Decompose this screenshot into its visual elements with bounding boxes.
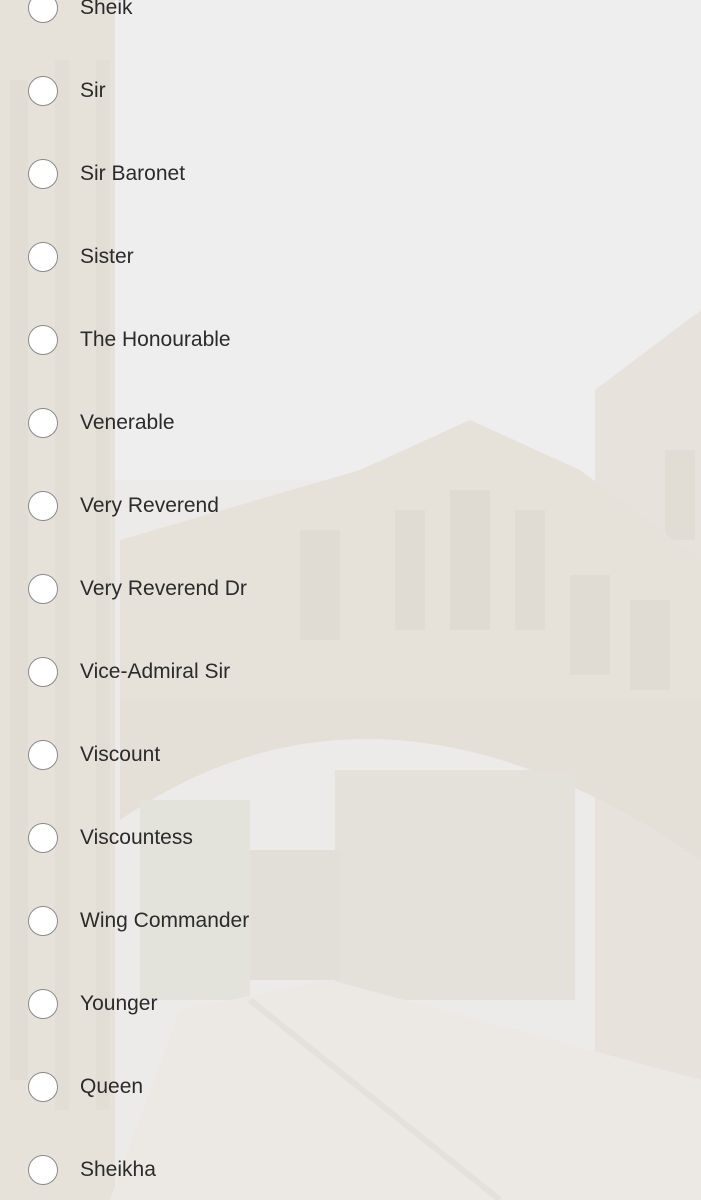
radio-button[interactable] [28,823,58,853]
radio-option-label: Sir [80,79,106,102]
radio-button[interactable] [28,408,58,438]
radio-option-label: Venerable [80,411,175,434]
radio-button[interactable] [28,906,58,936]
radio-option[interactable]: Sir Baronet [28,154,185,194]
radio-button[interactable] [28,574,58,604]
radio-button[interactable] [28,657,58,687]
radio-option[interactable]: Very Reverend Dr [28,569,247,609]
radio-option-label: Very Reverend [80,494,219,517]
radio-button[interactable] [28,325,58,355]
radio-option[interactable]: Sheik [28,0,133,28]
radio-option-label: Queen [80,1075,144,1098]
radio-option[interactable]: Sister [28,237,134,277]
radio-option[interactable]: Wing Commander [28,901,249,941]
radio-button[interactable] [28,491,58,521]
radio-option[interactable]: Sir [28,71,106,111]
radio-option[interactable]: Viscountess [28,818,193,858]
radio-button[interactable] [28,159,58,189]
radio-button[interactable] [28,1072,58,1102]
radio-option[interactable]: Queen [28,1067,143,1107]
radio-option-label: Vice-Admiral Sir [80,660,231,683]
radio-option-label: Sister [80,245,134,268]
radio-option[interactable]: The Honourable [28,320,231,360]
radio-button[interactable] [28,0,58,23]
radio-option-label: The Honourable [80,328,231,351]
radio-option-label: Very Reverend Dr [80,577,247,600]
radio-option[interactable]: Venerable [28,403,175,443]
radio-option-label: Younger [80,992,158,1015]
radio-option[interactable]: Younger [28,984,157,1024]
radio-button[interactable] [28,76,58,106]
radio-option[interactable]: Viscount [28,735,160,775]
radio-option-label: Sir Baronet [80,162,186,185]
radio-option-label: Viscount [80,743,161,766]
radio-button[interactable] [28,1155,58,1185]
radio-option-label: Wing Commander [80,909,250,932]
radio-button[interactable] [28,989,58,1019]
radio-button[interactable] [28,242,58,272]
radio-option-label: Sheikha [80,1158,156,1181]
radio-option[interactable]: Very Reverend [28,486,219,526]
radio-option[interactable]: Sheikha [28,1150,156,1190]
radio-option-label: Sheik [80,0,133,19]
radio-option[interactable]: Vice-Admiral Sir [28,652,230,692]
radio-option-label: Viscountess [80,826,193,849]
radio-button[interactable] [28,740,58,770]
